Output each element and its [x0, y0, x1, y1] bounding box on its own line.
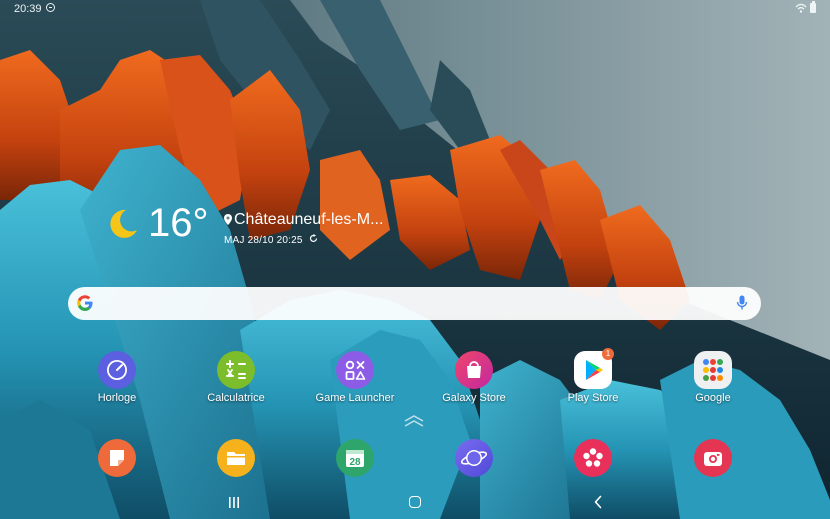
do-not-disturb-icon [46, 3, 55, 12]
calendar-day: 28 [349, 457, 361, 468]
status-time: 20:39 [14, 3, 42, 15]
google-folder-icon [694, 351, 732, 389]
weather-updated: MAJ 28/10 20:25 [224, 234, 318, 246]
app-label: Calculatrice [207, 392, 265, 404]
refresh-icon[interactable] [309, 234, 318, 243]
google-g-icon [77, 295, 93, 311]
calculator-icon [217, 351, 255, 389]
battery-icon [810, 1, 816, 13]
app-calculatrice[interactable]: Calculatrice [181, 351, 291, 404]
dock-app-calendar[interactable]: 28 [300, 439, 410, 477]
game-launcher-icon [336, 351, 374, 389]
clock-icon [98, 351, 136, 389]
app-label: Galaxy Store [442, 392, 506, 404]
my-files-icon [217, 439, 255, 477]
dock-app-camera[interactable] [658, 439, 768, 477]
notification-badge: 1 [602, 348, 614, 360]
google-search-bar[interactable] [68, 287, 761, 320]
camera-icon [694, 439, 732, 477]
status-bar: 20:39 [0, 0, 830, 18]
weather-temperature: 16° [148, 201, 209, 245]
weather-location: Châteauneuf-les-M... [224, 211, 383, 229]
app-google-folder[interactable]: Google [658, 351, 768, 404]
location-pin-icon [224, 214, 232, 226]
moon-icon [110, 209, 137, 238]
calendar-icon: 28 [336, 439, 374, 477]
dock-app-internet[interactable] [419, 439, 529, 477]
navigation-bar [0, 488, 830, 519]
galaxy-store-icon [455, 351, 493, 389]
app-game-launcher[interactable]: Game Launcher [300, 351, 410, 404]
samsung-notes-icon [98, 439, 136, 477]
samsung-internet-icon [455, 439, 493, 477]
dock-app-gallery[interactable] [538, 439, 648, 477]
gallery-icon [574, 439, 612, 477]
wifi-icon [795, 3, 807, 13]
microphone-icon[interactable] [736, 295, 748, 311]
app-galaxy-store[interactable]: Galaxy Store [419, 351, 529, 404]
app-label: Play Store [567, 392, 619, 404]
app-horloge[interactable]: Horloge [62, 351, 172, 404]
play-store-icon: 1 [574, 348, 614, 389]
chevron-up-icon[interactable] [402, 414, 426, 428]
dock-app-my-files[interactable] [181, 439, 291, 477]
home-button[interactable] [409, 496, 421, 508]
app-play-store[interactable]: 1 Play Store [538, 348, 648, 404]
weather-updated-label: MAJ 28/10 20:25 [224, 235, 303, 246]
app-label: Google [695, 392, 731, 404]
app-label: Horloge [97, 392, 137, 404]
recent-apps-button[interactable] [228, 496, 240, 509]
dock-app-notes[interactable] [62, 439, 172, 477]
app-label: Game Launcher [315, 392, 395, 404]
weather-location-label: Châteauneuf-les-M... [234, 211, 384, 228]
back-button[interactable] [593, 495, 603, 509]
